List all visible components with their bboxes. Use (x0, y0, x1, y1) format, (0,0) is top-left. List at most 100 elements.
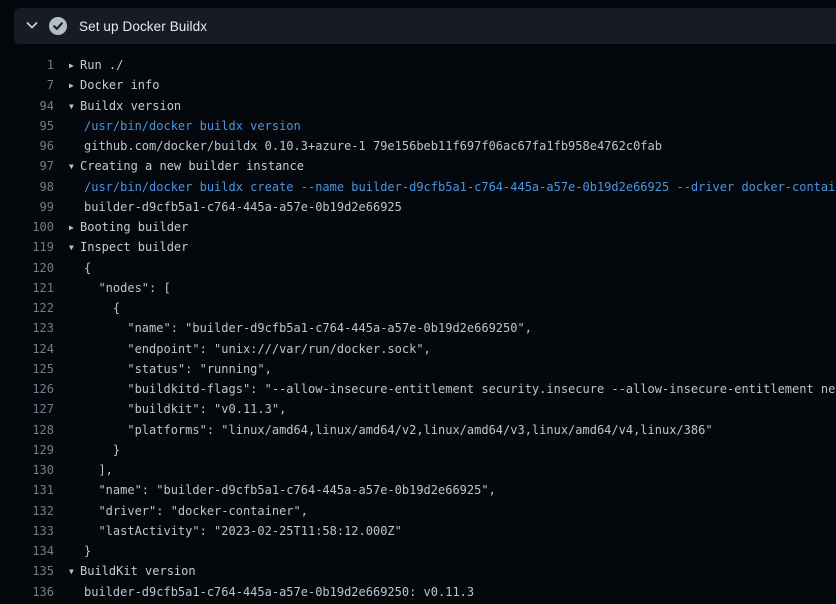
line-content: builder-d9cfb5a1-c764-445a-a57e-0b19d2e6… (54, 197, 402, 217)
line-number[interactable]: 123 (0, 318, 54, 338)
log-text: "buildkit": "v0.11.3", (84, 402, 286, 416)
group-collapsed-icon[interactable]: ▶ (69, 218, 80, 237)
log-text: } (84, 544, 91, 558)
line-number[interactable]: 1 (0, 55, 54, 75)
log-line: 97 ▼Creating a new builder instance (0, 156, 836, 176)
group-title[interactable]: Buildx version (80, 99, 181, 113)
log-text: builder-d9cfb5a1-c764-445a-a57e-0b19d2e6… (84, 200, 402, 214)
log-line: 128 "platforms": "linux/amd64,linux/amd6… (0, 420, 836, 440)
line-number[interactable]: 125 (0, 359, 54, 379)
line-content: ▼Creating a new builder instance (54, 156, 304, 176)
log-text: "status": "running", (84, 362, 272, 376)
line-number[interactable]: 95 (0, 116, 54, 136)
log-line: 123 "name": "builder-d9cfb5a1-c764-445a-… (0, 318, 836, 338)
line-content: "lastActivity": "2023-02-25T11:58:12.000… (54, 521, 402, 541)
log-text: "endpoint": "unix:///var/run/docker.sock… (84, 342, 431, 356)
log-text: "buildkitd-flags": "--allow-insecure-ent… (84, 382, 836, 396)
line-number[interactable]: 127 (0, 399, 54, 419)
command-text: /usr/bin/docker buildx create --name bui… (84, 180, 836, 194)
step-header[interactable]: Set up Docker Buildx (14, 8, 836, 44)
collapse-step-button[interactable] (22, 16, 42, 36)
line-number[interactable]: 133 (0, 521, 54, 541)
line-content: "buildkit": "v0.11.3", (54, 399, 286, 419)
line-number[interactable]: 126 (0, 379, 54, 399)
group-title[interactable]: Docker info (80, 78, 159, 92)
log-line: 134 } (0, 541, 836, 561)
line-content: } (54, 440, 120, 460)
line-number[interactable]: 94 (0, 96, 54, 116)
log-line: 120 { (0, 258, 836, 278)
line-number[interactable]: 121 (0, 278, 54, 298)
log-text: "driver": "docker-container", (84, 504, 308, 518)
line-content: ▼Buildx version (54, 96, 181, 116)
line-content: /usr/bin/docker buildx version (54, 116, 301, 136)
chevron-down-icon (24, 17, 40, 36)
line-content: ▶Docker info (54, 75, 159, 95)
line-number[interactable]: 134 (0, 541, 54, 561)
step-title: Set up Docker Buildx (79, 19, 207, 34)
line-content: "platforms": "linux/amd64,linux/amd64/v2… (54, 420, 713, 440)
line-content: "name": "builder-d9cfb5a1-c764-445a-a57e… (54, 480, 496, 500)
log-text: "name": "builder-d9cfb5a1-c764-445a-a57e… (84, 483, 496, 497)
line-number[interactable]: 97 (0, 156, 54, 176)
line-number[interactable]: 96 (0, 136, 54, 156)
line-number[interactable]: 119 (0, 237, 54, 257)
line-number[interactable]: 135 (0, 561, 54, 581)
log-line: 129 } (0, 440, 836, 460)
log-text: { (84, 261, 91, 275)
line-content: "driver": "docker-container", (54, 501, 308, 521)
line-number[interactable]: 132 (0, 501, 54, 521)
log-line: 99 builder-d9cfb5a1-c764-445a-a57e-0b19d… (0, 197, 836, 217)
group-expanded-icon[interactable]: ▼ (69, 157, 80, 176)
group-title[interactable]: Booting builder (80, 220, 188, 234)
log-line: 136 builder-d9cfb5a1-c764-445a-a57e-0b19… (0, 582, 836, 602)
line-number[interactable]: 122 (0, 298, 54, 318)
log-line: 100 ▶Booting builder (0, 217, 836, 237)
group-expanded-icon[interactable]: ▼ (69, 562, 80, 581)
log-text: github.com/docker/buildx 0.10.3+azure-1 … (84, 139, 662, 153)
group-title[interactable]: Inspect builder (80, 240, 188, 254)
line-number[interactable]: 124 (0, 339, 54, 359)
log-view: 1 ▶Run ./ 7 ▶Docker info 94 ▼Buildx vers… (0, 55, 836, 602)
check-circle-icon (49, 17, 67, 35)
line-content: } (54, 541, 91, 561)
line-number[interactable]: 128 (0, 420, 54, 440)
log-text: } (84, 443, 120, 457)
line-content: "name": "builder-d9cfb5a1-c764-445a-a57e… (54, 318, 532, 338)
line-content: ▶Booting builder (54, 217, 188, 237)
line-content: github.com/docker/buildx 0.10.3+azure-1 … (54, 136, 662, 156)
command-text: /usr/bin/docker buildx version (84, 119, 301, 133)
line-content: ], (54, 460, 113, 480)
group-title[interactable]: BuildKit version (80, 564, 196, 578)
log-text: ], (84, 463, 113, 477)
log-line: 131 "name": "builder-d9cfb5a1-c764-445a-… (0, 480, 836, 500)
log-line: 122 { (0, 298, 836, 318)
line-number[interactable]: 100 (0, 217, 54, 237)
line-content: /usr/bin/docker buildx create --name bui… (54, 177, 836, 197)
group-collapsed-icon[interactable]: ▶ (69, 76, 80, 95)
log-line: 124 "endpoint": "unix:///var/run/docker.… (0, 339, 836, 359)
line-number[interactable]: 130 (0, 460, 54, 480)
line-content: ▼Inspect builder (54, 237, 188, 257)
group-title[interactable]: Run ./ (80, 58, 123, 72)
line-content: ▼BuildKit version (54, 561, 196, 581)
line-number[interactable]: 98 (0, 177, 54, 197)
line-number[interactable]: 131 (0, 480, 54, 500)
log-line: 1 ▶Run ./ (0, 55, 836, 75)
log-text: "name": "builder-d9cfb5a1-c764-445a-a57e… (84, 321, 532, 335)
line-content: "nodes": [ (54, 278, 171, 298)
group-expanded-icon[interactable]: ▼ (69, 238, 80, 257)
log-line: 94 ▼Buildx version (0, 96, 836, 116)
log-line: 135 ▼BuildKit version (0, 561, 836, 581)
line-content: { (54, 298, 120, 318)
line-number[interactable]: 99 (0, 197, 54, 217)
line-number[interactable]: 136 (0, 582, 54, 602)
log-line: 125 "status": "running", (0, 359, 836, 379)
group-collapsed-icon[interactable]: ▶ (69, 56, 80, 75)
line-number[interactable]: 129 (0, 440, 54, 460)
group-title[interactable]: Creating a new builder instance (80, 159, 304, 173)
line-number[interactable]: 7 (0, 75, 54, 95)
line-number[interactable]: 120 (0, 258, 54, 278)
group-expanded-icon[interactable]: ▼ (69, 97, 80, 116)
log-line: 133 "lastActivity": "2023-02-25T11:58:12… (0, 521, 836, 541)
